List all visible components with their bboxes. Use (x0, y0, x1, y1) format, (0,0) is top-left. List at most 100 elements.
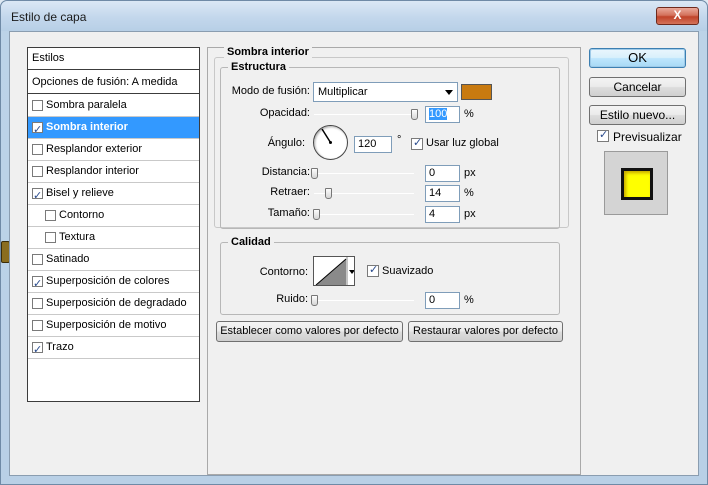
distance-value: 0 (429, 167, 436, 179)
noise-slider-thumb[interactable] (311, 295, 318, 306)
style-item-checkbox[interactable] (32, 100, 43, 111)
opacity-slider-thumb[interactable] (411, 109, 418, 120)
angle-input[interactable]: 120 (354, 136, 392, 153)
style-item-label: Resplandor exterior (46, 143, 142, 155)
style-item-checkbox[interactable] (32, 254, 43, 265)
opacity-label: Opacidad: (259, 107, 310, 119)
blend-mode-select[interactable]: Multiplicar (313, 82, 458, 102)
size-value: 4 (429, 208, 436, 220)
style-item[interactable]: Superposición de degradado (28, 293, 199, 315)
style-item[interactable]: Sombra interior (28, 117, 199, 141)
style-item[interactable]: Resplandor interior (28, 161, 199, 183)
size-track[interactable] (314, 214, 414, 215)
size-label: Tamaño: (267, 207, 310, 219)
size-slider-thumb[interactable] (312, 209, 320, 220)
style-item[interactable]: Resplandor exterior (28, 139, 199, 161)
style-item-label: Satinado (46, 253, 90, 265)
choke-value: 14 (429, 187, 442, 199)
style-item-checkbox[interactable] (45, 210, 56, 221)
antialias-label: Suavizado (382, 265, 434, 277)
preview-thumbnail (604, 151, 668, 215)
close-button[interactable]: X (656, 7, 699, 25)
title-bar[interactable]: Estilo de capa X (1, 1, 707, 31)
preview-swatch (621, 168, 653, 200)
style-item-checkbox[interactable] (32, 166, 43, 177)
noise-track[interactable] (314, 300, 414, 301)
ok-button[interactable]: OK (589, 48, 686, 68)
blend-mode-label: Modo de fusión: (231, 85, 310, 97)
style-item[interactable]: Contorno (28, 205, 199, 227)
choke-input[interactable]: 14 (425, 185, 460, 202)
antialias-checkbox[interactable] (367, 263, 379, 277)
angle-unit: ° (397, 134, 402, 146)
preview-label: Previsualizar (613, 130, 682, 144)
angle-label: Ángulo: (267, 137, 305, 149)
style-item-checkbox[interactable] (32, 274, 43, 295)
style-item-label: Contorno (59, 209, 105, 221)
styles-list: Estilos Opciones de fusión: A medida Som… (27, 47, 200, 402)
style-item-label: Bisel y relieve (46, 187, 114, 199)
style-item-label: Superposición de degradado (46, 297, 187, 309)
opacity-track[interactable] (314, 114, 414, 115)
style-item[interactable]: Sombra paralela (28, 95, 199, 117)
style-item-checkbox[interactable] (32, 340, 43, 361)
noise-input[interactable]: 0 (425, 292, 460, 309)
contour-picker[interactable] (313, 256, 355, 286)
opacity-input[interactable]: 100 (425, 106, 460, 123)
style-item[interactable]: Textura (28, 227, 199, 249)
blend-mode-value: Multiplicar (318, 86, 368, 98)
inner-shadow-panel: Sombra interior Estructura Modo de fusió… (207, 46, 581, 475)
style-item-label: Sombra paralela (46, 99, 127, 111)
size-input[interactable]: 4 (425, 206, 460, 223)
distance-input[interactable]: 0 (425, 165, 460, 182)
set-default-button[interactable]: Establecer como valores por defecto (216, 321, 403, 342)
distance-unit: px (464, 167, 476, 179)
distance-track[interactable] (314, 173, 414, 174)
angle-value: 120 (358, 138, 377, 150)
distance-slider-thumb[interactable] (311, 168, 318, 179)
quality-title: Calidad (228, 236, 274, 248)
style-item-checkbox[interactable] (45, 232, 56, 243)
style-item-checkbox[interactable] (32, 320, 43, 331)
choke-label: Retraer: (270, 186, 310, 198)
style-item[interactable]: Superposición de motivo (28, 315, 199, 337)
new-style-button[interactable]: Estilo nuevo... (589, 105, 686, 125)
styles-header-label: Estilos (32, 52, 65, 64)
size-unit: px (464, 208, 476, 220)
style-item-checkbox[interactable] (32, 144, 43, 155)
style-item[interactable]: Satinado (28, 249, 199, 271)
blending-options-item[interactable]: Opciones de fusión: A medida (28, 71, 199, 94)
style-item-checkbox[interactable] (32, 120, 43, 141)
dialog-client: Estilos Opciones de fusión: A medida Som… (9, 31, 699, 476)
global-light-label: Usar luz global (426, 137, 499, 149)
reset-default-button[interactable]: Restaurar valores por defecto (408, 321, 563, 342)
angle-dial[interactable] (313, 125, 348, 160)
preview-checkbox[interactable] (597, 128, 609, 142)
style-item-label: Sombra interior (46, 121, 128, 133)
noise-value: 0 (429, 294, 436, 306)
angle-dial-icon (321, 128, 332, 144)
noise-label: Ruido: (276, 293, 308, 305)
style-item-label: Superposición de colores (46, 275, 170, 287)
choke-unit: % (464, 187, 474, 199)
dialog-window: Estilo de capa X Estilos Opciones de fus… (0, 0, 708, 485)
style-item-checkbox[interactable] (32, 298, 43, 309)
distance-label: Distancia: (261, 166, 310, 178)
choke-slider-thumb[interactable] (325, 188, 332, 199)
shadow-color-swatch[interactable] (461, 84, 492, 100)
cancel-button[interactable]: Cancelar (589, 77, 686, 97)
blending-options-label: Opciones de fusión: A medida (32, 76, 178, 88)
structure-title: Estructura (228, 61, 290, 73)
style-item-checkbox[interactable] (32, 186, 43, 207)
style-item-label: Resplandor interior (46, 165, 139, 177)
style-item[interactable]: Superposición de colores (28, 271, 199, 295)
style-item[interactable]: Bisel y relieve (28, 183, 199, 207)
styles-header[interactable]: Estilos (28, 48, 199, 70)
contour-curve-icon (315, 257, 354, 285)
style-item[interactable]: Trazo (28, 337, 199, 361)
style-item-label: Trazo (46, 341, 74, 353)
close-icon: X (673, 8, 682, 22)
opacity-value: 100 (429, 108, 448, 120)
global-light-checkbox[interactable] (411, 136, 423, 150)
style-item-label: Textura (59, 231, 96, 243)
